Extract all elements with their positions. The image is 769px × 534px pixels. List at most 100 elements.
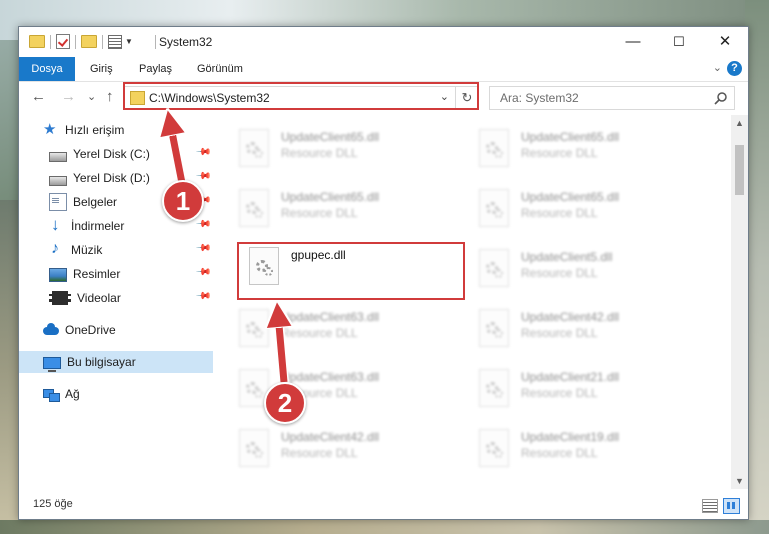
tab-share[interactable]: Paylaş <box>139 57 172 81</box>
file-type: Resource DLL <box>521 206 598 220</box>
customize-toolbar-icon[interactable]: ▼ <box>125 37 133 46</box>
sidebar-item-label: Hızlı erişim <box>65 123 125 137</box>
recent-locations-button[interactable]: ⌄ <box>87 90 96 103</box>
dll-file-icon <box>479 309 509 347</box>
file-type: Resource DLL <box>521 146 598 160</box>
download-icon <box>49 215 65 235</box>
videos-icon <box>49 291 71 305</box>
tab-home[interactable]: Giriş <box>90 57 113 81</box>
title-separator <box>155 35 156 49</box>
sidebar-item-label: İndirmeler <box>71 219 125 233</box>
window-title: System32 <box>159 35 213 49</box>
file-type: Resource DLL <box>281 326 358 340</box>
tab-file[interactable]: Dosya <box>19 57 75 81</box>
sidebar-item-label: Resimler <box>73 267 121 281</box>
dll-file-icon <box>479 189 509 227</box>
network-icon <box>43 386 60 402</box>
back-button[interactable]: ← <box>31 88 46 105</box>
sidebar-item-pictures[interactable]: Resimler 📌 <box>19 263 213 285</box>
pin-icon[interactable]: 📌 <box>194 288 211 305</box>
search-icon[interactable] <box>714 91 728 105</box>
file-type: Resource DLL <box>521 326 598 340</box>
vertical-scrollbar[interactable]: ▲ ▼ <box>731 115 748 489</box>
sidebar-item-label: Yerel Disk (C:) <box>73 147 150 161</box>
file-item[interactable]: UpdateClient42.dll Resource DLL <box>471 305 691 353</box>
onedrive-icon <box>43 322 59 338</box>
sidebar-item-label: Ağ <box>65 387 80 401</box>
sidebar-item-videos[interactable]: Videolar 📌 <box>19 287 213 309</box>
forward-button[interactable]: → <box>61 88 76 105</box>
close-button[interactable]: ✕ <box>702 27 748 57</box>
file-item[interactable]: UpdateClient65.dll Resource DLL <box>471 185 691 233</box>
folder-icon[interactable] <box>29 35 45 48</box>
pin-icon[interactable]: 📌 <box>194 240 211 257</box>
file-item[interactable]: UpdateClient65.dll Resource DLL <box>231 125 451 173</box>
large-icons-view-icon[interactable] <box>723 498 740 514</box>
file-name: UpdateClient65.dll <box>281 130 380 144</box>
sidebar-item-music[interactable]: Müzik 📌 <box>19 239 213 261</box>
disk-icon <box>49 152 67 162</box>
scroll-up-icon[interactable]: ▲ <box>731 115 748 131</box>
file-type: Resource DLL <box>521 266 598 280</box>
sidebar-item-network[interactable]: Ağ <box>19 383 213 405</box>
file-type: Resource DLL <box>521 386 598 400</box>
address-bar-highlight <box>123 82 479 110</box>
dll-file-icon <box>479 369 509 407</box>
file-name: UpdateClient42.dll <box>281 430 380 444</box>
item-count: 125 öğe <box>33 498 73 510</box>
file-item[interactable]: UpdateClient65.dll Resource DLL <box>231 185 451 233</box>
sidebar-item-label: Videolar <box>77 291 121 305</box>
sidebar-item-onedrive[interactable]: OneDrive <box>19 319 213 341</box>
ribbon: Dosya Giriş Paylaş Görünüm ⌄ ? <box>19 57 748 82</box>
sidebar-item-label: OneDrive <box>65 323 116 337</box>
toolbar-separator <box>50 34 51 49</box>
step-two-badge: 2 <box>264 382 306 424</box>
file-item[interactable]: UpdateClient5.dll Resource DLL <box>471 245 691 293</box>
minimize-button[interactable]: — <box>610 27 656 57</box>
properties-check-icon[interactable] <box>56 34 70 49</box>
scroll-down-icon[interactable]: ▼ <box>731 473 748 489</box>
expand-ribbon-icon[interactable]: ⌄ <box>713 61 722 74</box>
file-item[interactable]: UpdateClient19.dll Resource DLL <box>471 425 691 473</box>
navigation-pane: Hızlı erişim Yerel Disk (C:) 📌 Yerel Dis… <box>19 119 213 489</box>
file-list: UpdateClient65.dll Resource DLL UpdateCl… <box>215 119 731 489</box>
file-item[interactable]: UpdateClient21.dll Resource DLL <box>471 365 691 413</box>
file-name: UpdateClient65.dll <box>521 190 620 204</box>
dll-file-icon <box>479 129 509 167</box>
sidebar-item-this-pc[interactable]: Bu bilgisayar <box>19 351 213 373</box>
new-folder-icon[interactable] <box>81 35 97 48</box>
dll-file-icon <box>479 429 509 467</box>
file-type: Resource DLL <box>521 446 598 460</box>
tab-view[interactable]: Görünüm <box>197 57 243 81</box>
file-type: Resource DLL <box>281 206 358 220</box>
pin-icon[interactable]: 📌 <box>194 264 211 281</box>
computer-icon <box>43 356 61 372</box>
sidebar-item-quick-access[interactable]: Hızlı erişim <box>19 119 213 141</box>
pin-icon[interactable]: 📌 <box>194 144 211 161</box>
search-input[interactable]: Ara: System32 <box>489 86 735 110</box>
documents-icon <box>49 193 67 211</box>
help-icon[interactable]: ? <box>727 61 742 76</box>
star-icon <box>43 120 59 138</box>
file-name: UpdateClient19.dll <box>521 430 620 444</box>
file-type: Resource DLL <box>281 446 358 460</box>
details-view-icon[interactable] <box>702 499 718 513</box>
up-button[interactable]: ↑ <box>106 88 114 105</box>
properties-icon[interactable] <box>108 34 122 49</box>
file-item[interactable]: UpdateClient65.dll Resource DLL <box>471 125 691 173</box>
pin-icon[interactable]: 📌 <box>194 216 211 233</box>
file-type: Resource DLL <box>281 146 358 160</box>
sidebar-item-local-disk-c[interactable]: Yerel Disk (C:) 📌 <box>19 143 213 165</box>
scrollbar-thumb[interactable] <box>735 145 744 195</box>
file-item[interactable]: UpdateClient42.dll Resource DLL <box>231 425 451 473</box>
file-highlight <box>237 242 465 300</box>
toolbar-separator <box>75 34 76 49</box>
step-one-badge: 1 <box>162 180 204 222</box>
pin-icon[interactable]: 📌 <box>194 168 211 185</box>
maximize-button[interactable]: ☐ <box>656 27 702 57</box>
sidebar-item-label: Belgeler <box>73 195 118 209</box>
ground-backdrop <box>0 520 769 534</box>
music-icon <box>49 240 65 258</box>
file-name: UpdateClient63.dll <box>281 310 380 324</box>
file-item[interactable]: UpdateClient63.dll Resource DLL <box>231 305 451 353</box>
